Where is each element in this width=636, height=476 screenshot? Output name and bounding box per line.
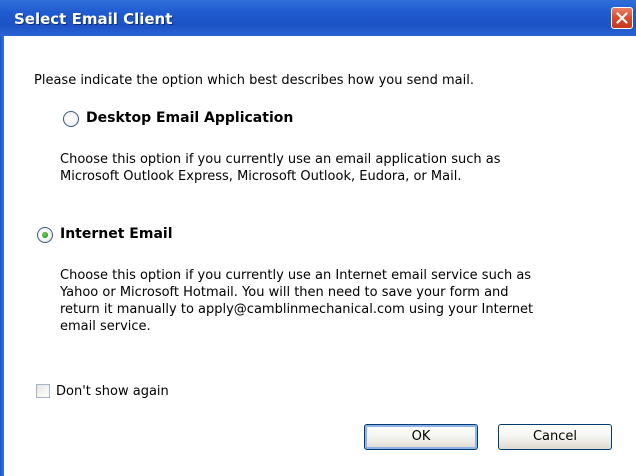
internet-email-radio[interactable] (37, 227, 53, 243)
internet-email-label[interactable]: Internet Email (60, 226, 173, 242)
internet-email-description-line: return it manually to apply@camblinmecha… (60, 302, 534, 317)
select-email-client-dialog: Select Email Client Please indicate the … (0, 0, 636, 476)
dialog-title: Select Email Client (14, 10, 173, 28)
desktop-email-radio[interactable] (63, 111, 79, 127)
desktop-email-label[interactable]: Desktop Email Application (86, 110, 293, 126)
dont-show-again-checkbox[interactable] (36, 384, 50, 398)
title-bar[interactable]: Select Email Client (0, 0, 636, 36)
desktop-email-description-line: Choose this option if you currently use … (60, 152, 501, 167)
close-icon (616, 12, 628, 24)
desktop-email-description-line: Microsoft Outlook Express, Microsoft Out… (60, 169, 462, 184)
instruction-text: Please indicate the option which best de… (34, 73, 474, 88)
window-left-border (0, 36, 4, 476)
ok-button[interactable]: OK (364, 424, 478, 450)
cancel-button[interactable]: Cancel (498, 424, 612, 450)
radio-selected-dot (42, 232, 48, 238)
internet-email-description-line: email service. (60, 319, 151, 334)
internet-email-description-line: Choose this option if you currently use … (60, 268, 532, 283)
internet-email-description-line: Yahoo or Microsoft Hotmail. You will the… (60, 285, 509, 300)
close-button[interactable] (611, 7, 633, 29)
dont-show-again-label[interactable]: Don't show again (56, 383, 169, 400)
